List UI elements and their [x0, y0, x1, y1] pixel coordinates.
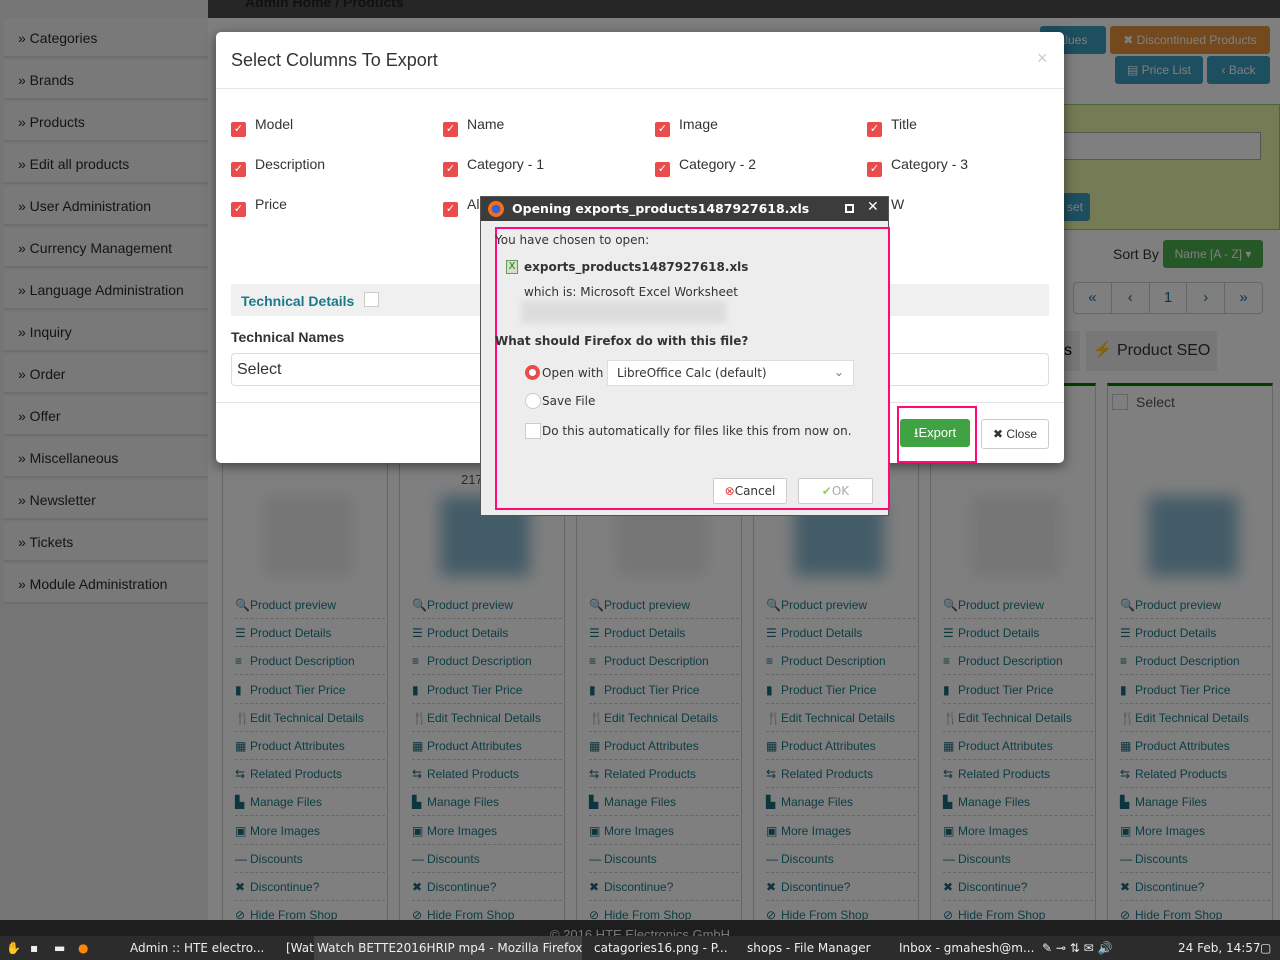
cancel-icon: ⊗	[724, 484, 735, 498]
chevron-down-icon: ⌄	[833, 365, 844, 379]
ok-label: OK	[831, 484, 850, 498]
taskbar-item[interactable]: Inbox - gmahesh@m...	[877, 936, 1034, 960]
check-icon[interactable]: ✓	[231, 202, 246, 217]
check-icon[interactable]: ✓	[231, 122, 246, 137]
open-with-radio[interactable]	[525, 365, 540, 380]
column-label: Price	[255, 196, 287, 212]
check-icon[interactable]: ✓	[655, 162, 670, 177]
taskbar-item-label: catagories16.png - P...	[594, 941, 728, 955]
taskbar-item-label: [Wat	[286, 941, 314, 955]
taskbar-item-label: shops - File Manager	[747, 941, 871, 955]
column-label: Model	[255, 116, 294, 132]
column-checkbox[interactable]: ✓ Name	[443, 116, 505, 137]
taskbar-item[interactable]: Admin :: HTE electro...	[108, 936, 264, 960]
firefox-icon	[488, 201, 504, 217]
column-checkbox[interactable]: ✓ Description	[231, 156, 326, 177]
column-checkbox[interactable]: ✓ Category - 1	[443, 156, 545, 177]
technical-details-label: Technical Details	[241, 293, 355, 309]
file-type: which is: Microsoft Excel Worksheet	[524, 285, 738, 297]
blurred-source	[521, 301, 726, 323]
column-checkbox[interactable]: ✓ Image	[655, 116, 718, 137]
taskbar-item-label: Admin :: HTE electro...	[130, 941, 265, 955]
column-label: Category - 3	[891, 156, 969, 172]
column-checkbox[interactable]: ✓ Price	[231, 196, 287, 217]
column-label: Title	[891, 116, 917, 132]
auto-checkbox[interactable]	[525, 423, 541, 439]
application-select[interactable]: LibreOffice Calc (default) ⌄	[607, 360, 854, 386]
modal-title: Select Columns To Export	[231, 50, 438, 70]
menu-icon[interactable]: ✋	[6, 936, 21, 960]
cancel-button[interactable]: ⊗Cancel	[713, 478, 787, 504]
dialog-title: Opening exports_products1487927618.xls	[512, 201, 810, 216]
column-checkbox[interactable]: ✓ Category - 2	[655, 156, 757, 177]
save-file-label[interactable]: Save File	[542, 394, 595, 408]
column-label: W	[891, 196, 905, 212]
taskbar-item[interactable]: shops - File Manager	[725, 936, 871, 960]
check-icon[interactable]: ✓	[443, 202, 458, 217]
technical-details-checkbox[interactable]	[364, 292, 379, 307]
column-label: Category - 1	[467, 156, 545, 172]
divider	[216, 88, 1064, 89]
dialog-titlebar: Opening exports_products1487927618.xls	[481, 197, 888, 221]
column-checkbox[interactable]: ✓ Category - 3	[867, 156, 969, 177]
column-checkbox[interactable]: ✓ Title	[867, 116, 917, 137]
taskbar: ✋ ▪ ▬ ● Admin :: HTE electro... [Wat Watch…	[0, 936, 1280, 960]
app-value: LibreOffice Calc (default)	[617, 366, 767, 380]
ok-button[interactable]: ✔OK	[798, 478, 873, 504]
column-checkbox[interactable]: ✓ Model	[231, 116, 294, 137]
page-footer: © 2016 HTE Electronics GmbH	[0, 920, 1280, 936]
chosen-label: You have chosen to open:	[495, 233, 650, 247]
technical-names-label: Technical Names	[231, 329, 345, 345]
check-icon[interactable]: ✓	[443, 162, 458, 177]
taskbar-item[interactable]: [Wat	[264, 936, 314, 960]
export-button[interactable]: ⭳Export	[900, 419, 970, 447]
column-label: Image	[679, 116, 718, 132]
column-checkbox[interactable]: ✓ Al	[443, 196, 480, 217]
modal-close-icon[interactable]: ×	[1037, 48, 1048, 69]
filename: exports_products1487927618.xls	[524, 260, 749, 274]
check-icon[interactable]: ✓	[867, 122, 882, 137]
taskbar-item-label: Watch BETTE2016HRIP mp4 - Mozilla Firefo…	[317, 941, 583, 955]
terminal-icon[interactable]: ▪	[30, 936, 38, 960]
maximize-icon[interactable]	[845, 204, 854, 213]
copyright: © 2016 HTE Electronics GmbH	[549, 927, 731, 936]
firefox-open-dialog: Opening exports_products1487927618.xls ✕…	[480, 196, 890, 516]
check-icon: ✔	[821, 484, 832, 498]
show-desktop-icon[interactable]: ▢	[1260, 936, 1271, 960]
tray-icons[interactable]: ✎ ⊸ ⇅ ✉ 🔊	[1042, 936, 1112, 960]
taskbar-item[interactable]: catagories16.png - P...	[572, 936, 728, 960]
select-placeholder: Select	[237, 361, 282, 378]
column-label: Name	[467, 116, 505, 132]
column-label: Category - 2	[679, 156, 757, 172]
open-with-label[interactable]: Open with	[542, 366, 603, 380]
auto-label[interactable]: Do this automatically for files like thi…	[542, 424, 852, 438]
taskbar-item-label: Inbox - gmahesh@m...	[899, 941, 1035, 955]
column-label: Description	[255, 156, 326, 172]
check-icon[interactable]: ✓	[443, 122, 458, 137]
excel-file-icon: X	[506, 260, 518, 274]
cancel-label: Cancel	[734, 484, 776, 498]
clock: 24 Feb, 14:57	[1178, 941, 1261, 955]
column-label: Al	[467, 196, 480, 212]
folder-icon[interactable]: ▬	[54, 936, 65, 960]
save-file-radio[interactable]	[525, 393, 541, 409]
check-icon[interactable]: ✓	[231, 162, 246, 177]
taskbar-item[interactable]: Watch BETTE2016HRIP mp4 - Mozilla Firefo…	[314, 936, 583, 960]
question-label: What should Firefox do with this file?	[495, 334, 749, 348]
close-button[interactable]: ✖ Close	[981, 419, 1049, 449]
close-icon[interactable]: ✕	[867, 199, 879, 215]
check-icon[interactable]: ✓	[867, 162, 882, 177]
check-icon[interactable]: ✓	[655, 122, 670, 137]
firefox-icon[interactable]: ●	[78, 936, 88, 960]
